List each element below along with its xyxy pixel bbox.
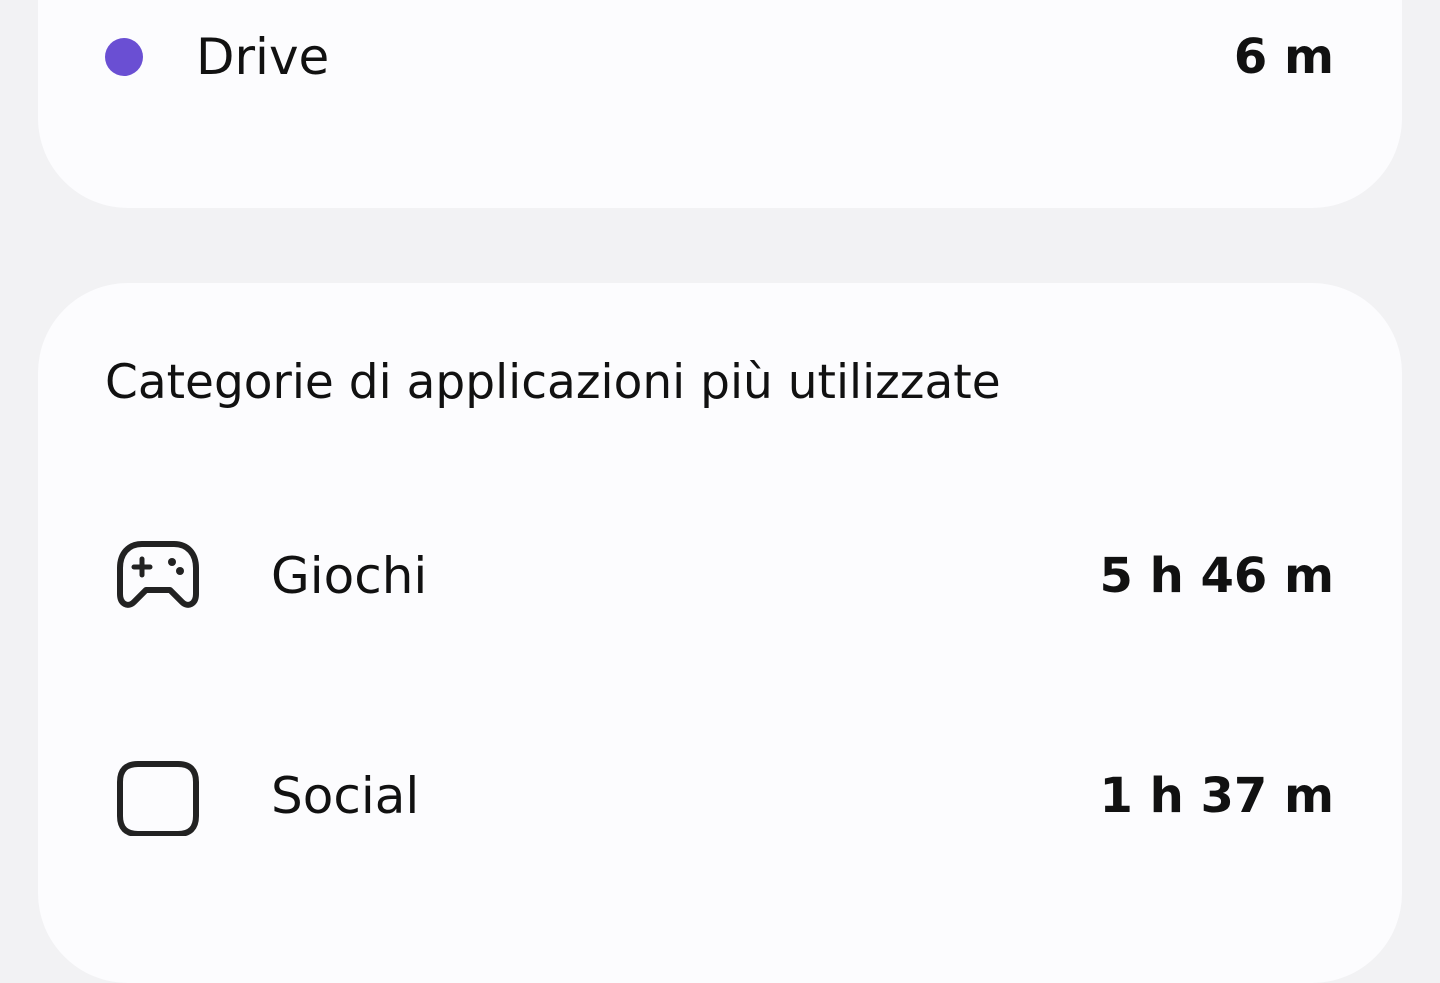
- category-value: 1 h 37 m: [1099, 768, 1334, 824]
- top-categories-card: Categorie di applicazioni più utilizzate…: [38, 283, 1402, 983]
- section-title: Categorie di applicazioni più utilizzate: [105, 355, 1001, 410]
- chat-bubble-icon: [114, 756, 202, 837]
- category-row-social[interactable]: Social 1 h 37 m: [38, 756, 1402, 837]
- usage-legend-card: Drive 6 m: [38, 0, 1402, 208]
- category-row-giochi[interactable]: Giochi 5 h 46 m: [38, 536, 1402, 616]
- legend-row-drive[interactable]: Drive 6 m: [38, 17, 1402, 97]
- legend-value: 6 m: [1233, 29, 1334, 85]
- legend-label: Drive: [196, 28, 330, 86]
- category-label: Giochi: [271, 547, 428, 605]
- gamepad-icon: [114, 536, 202, 616]
- category-label: Social: [271, 767, 420, 825]
- category-value: 5 h 46 m: [1099, 548, 1334, 604]
- color-dot: [105, 38, 143, 76]
